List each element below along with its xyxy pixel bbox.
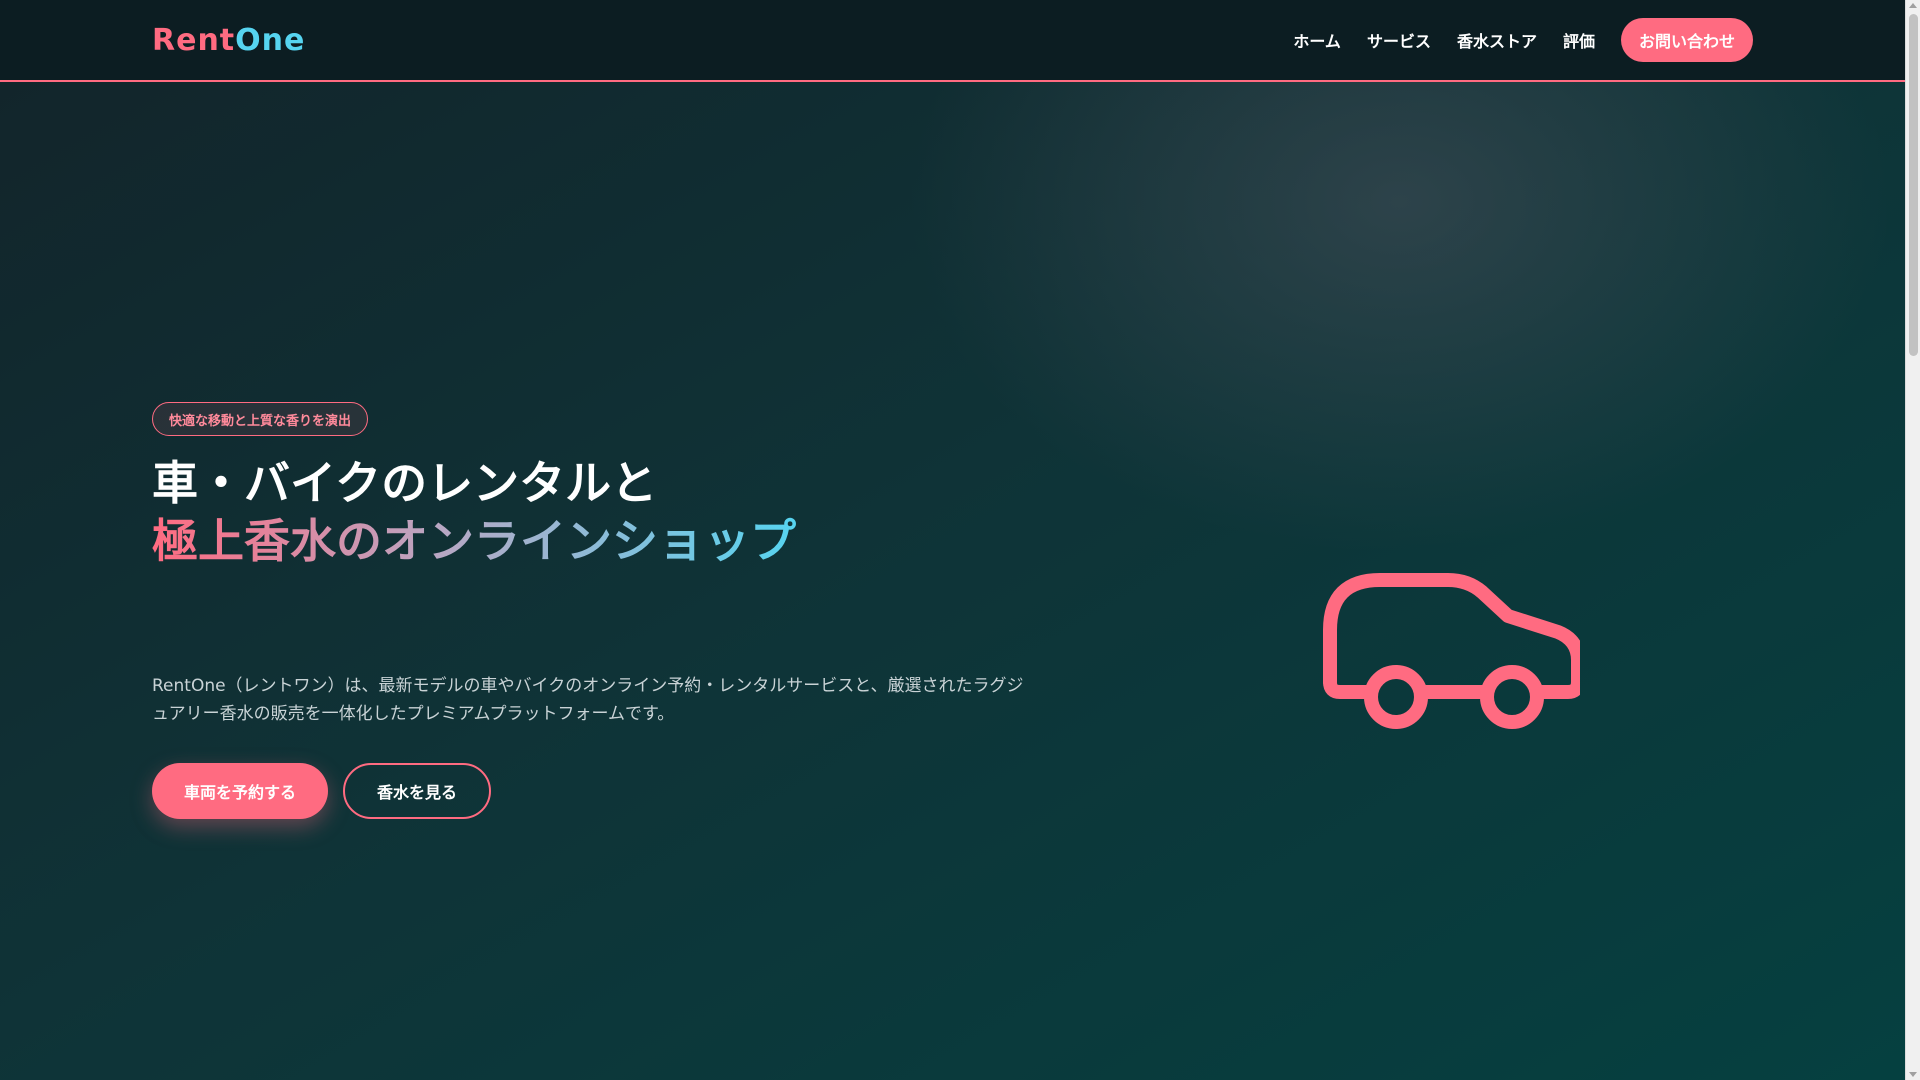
brand-logo-part1: Rent (152, 22, 236, 58)
contact-button[interactable]: お問い合わせ (1620, 18, 1753, 62)
scroll-down-icon[interactable] (1909, 1072, 1917, 1077)
nav-item-home[interactable]: ホーム (1293, 28, 1341, 52)
page: Rent One ホーム サービス 香水ストア 評価 お問い合わせ 快適な移動と上… (0, 0, 1920, 1080)
car-icon (1323, 573, 1580, 729)
scroll-up-icon[interactable] (1909, 3, 1917, 8)
site-header: Rent One ホーム サービス 香水ストア 評価 お問い合わせ (0, 0, 1905, 82)
hero-section: 快適な移動と上質な香りを演出 車・バイクのレンタルと 極上香水のオンラインショッ… (0, 82, 1905, 1080)
hero-headline-line2: 極上香水のオンラインショップ (152, 514, 796, 568)
hero-headline: 車・バイクのレンタルと 極上香水のオンラインショップ (152, 454, 796, 570)
reserve-vehicle-button[interactable]: 車両を予約する (152, 763, 328, 819)
brand-logo[interactable]: Rent One (152, 23, 305, 58)
brand-logo-part2: One (235, 22, 306, 58)
view-perfume-button[interactable]: 香水を見る (343, 763, 491, 819)
nav-item-services[interactable]: サービス (1367, 28, 1431, 52)
nav-item-perfume-store[interactable]: 香水ストア (1457, 28, 1537, 52)
page-scrollbar[interactable] (1905, 0, 1920, 1080)
nav-item-reviews[interactable]: 評価 (1563, 28, 1595, 52)
hero-description: RentOne（レントワン）は、最新モデルの車やバイクのオンライン予約・レンタル… (152, 676, 1024, 724)
main-nav: ホーム サービス 香水ストア 評価 お問い合わせ (1293, 18, 1753, 62)
hero-headline-line1: 車・バイクのレンタルと (152, 456, 658, 510)
hero-badge: 快適な移動と上質な香りを演出 (152, 402, 369, 436)
scroll-thumb[interactable] (1909, 14, 1918, 356)
